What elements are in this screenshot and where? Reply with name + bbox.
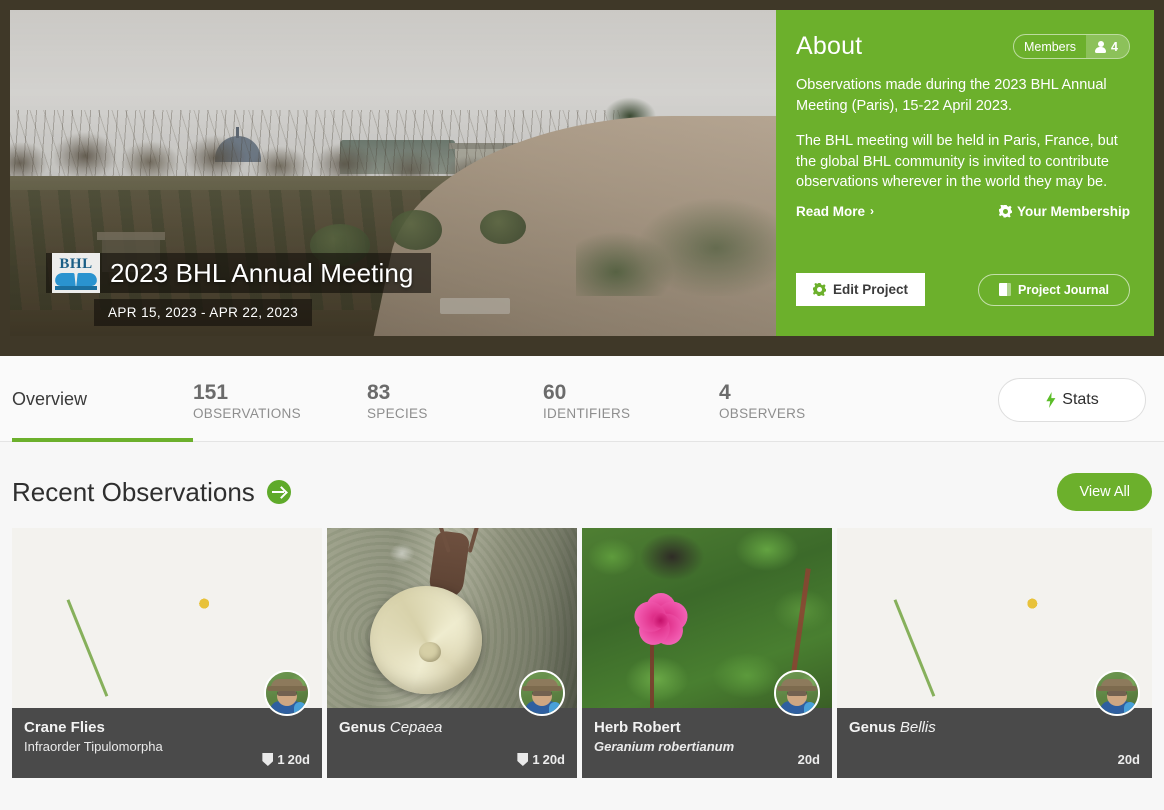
observation-card-list: Crane Flies Infraorder Tipulomorpha 1 20… (12, 528, 1152, 778)
read-more-label: Read More (796, 204, 865, 219)
stat-observers[interactable]: 4 OBSERVERS (719, 356, 720, 421)
observation-meta: 1 20d (517, 752, 565, 767)
avatar[interactable] (1094, 670, 1140, 716)
avatar[interactable] (264, 670, 310, 716)
common-name: Herb Robert (594, 718, 820, 738)
stat-species-label: SPECIES (367, 406, 543, 421)
tab-overview-label: Overview (12, 389, 87, 410)
about-heading: About (796, 32, 862, 61)
pink-flower (630, 589, 692, 649)
observation-meta: 1 20d (262, 752, 310, 767)
stats-button[interactable]: Stats (998, 378, 1146, 422)
about-header: About Members 4 (796, 32, 1130, 61)
bhl-open-book-icon: BHL (52, 253, 100, 293)
observation-card[interactable]: Genus Bellis 20d (837, 528, 1152, 778)
stat-observations-value: 151 (193, 380, 367, 406)
recent-observations-header: Recent Observations View All (12, 468, 1152, 516)
observation-meta: 20d (798, 752, 820, 767)
tab-overview[interactable]: Overview (12, 356, 193, 442)
shield-id-icon (262, 753, 273, 766)
members-badge[interactable]: Members 4 (1013, 34, 1130, 59)
stat-identifiers-label: IDENTIFIERS (543, 406, 719, 421)
members-count-group: 4 (1086, 35, 1129, 58)
chevron-right-icon: › (870, 204, 874, 218)
stat-species[interactable]: 83 SPECIES (367, 356, 543, 421)
your-membership-link[interactable]: Your Membership (999, 204, 1130, 219)
your-membership-label: Your Membership (1017, 204, 1130, 219)
common-name: Genus Bellis (849, 718, 1140, 738)
observation-card[interactable]: Herb Robert Geranium robertianum 20d (582, 528, 832, 778)
observation-card[interactable]: Crane Flies Infraorder Tipulomorpha 1 20… (12, 528, 322, 778)
identification-count: 1 (532, 752, 539, 767)
about-paragraph-1: Observations made during the 2023 BHL An… (796, 75, 1130, 116)
observation-caption: Genus Bellis 20d (837, 708, 1152, 778)
page-title: 2023 BHL Annual Meeting (110, 258, 413, 289)
common-name: Genus Cepaea (339, 718, 565, 738)
observation-age: 20d (543, 752, 565, 767)
scientific-name: Geranium robertianum (594, 738, 820, 756)
bhl-book-glyph (55, 273, 97, 290)
recent-observations-section: Recent Observations View All Crane Flies… (0, 442, 1164, 810)
edit-project-button[interactable]: Edit Project (796, 273, 925, 306)
observation-caption: Herb Robert Geranium robertianum 20d (582, 708, 832, 778)
stat-species-value: 83 (367, 380, 543, 406)
project-journal-label: Project Journal (1018, 283, 1109, 297)
observation-age: 20d (798, 752, 820, 767)
stats-button-label: Stats (1062, 391, 1098, 409)
members-count: 4 (1111, 40, 1118, 54)
observation-age: 20d (288, 752, 310, 767)
shield-id-icon (517, 753, 528, 766)
about-buttons-row: Edit Project Project Journal (796, 273, 1130, 306)
book-icon (999, 283, 1011, 296)
stat-observations-label: OBSERVATIONS (193, 406, 367, 421)
stat-observers-value: 4 (719, 380, 720, 406)
stat-identifiers-value: 60 (543, 380, 719, 406)
observation-age: 20d (1118, 752, 1140, 767)
edit-project-label: Edit Project (833, 282, 908, 297)
observation-meta: 20d (1118, 752, 1140, 767)
about-panel: About Members 4 Observations made during… (776, 10, 1154, 336)
identification-count: 1 (277, 752, 284, 767)
view-all-button[interactable]: View All (1057, 473, 1152, 511)
members-label: Members (1014, 35, 1086, 58)
project-journal-button[interactable]: Project Journal (978, 274, 1130, 306)
project-cover-photo: BHL 2023 BHL Annual Meeting APR 15, 2023… (10, 10, 776, 336)
stats-bar: Overview 151 OBSERVATIONS 83 SPECIES 60 … (0, 356, 1164, 442)
person-icon (1095, 41, 1106, 53)
project-date-range: APR 15, 2023 - APR 22, 2023 (94, 299, 312, 326)
section-title: Recent Observations (12, 477, 255, 508)
observation-card[interactable]: Genus Cepaea 1 20d (327, 528, 577, 778)
gear-icon (999, 205, 1012, 218)
gear-icon (813, 283, 826, 296)
hero-banner: BHL 2023 BHL Annual Meeting APR 15, 2023… (0, 0, 1164, 356)
about-paragraph-2: The BHL meeting will be held in Paris, F… (796, 131, 1130, 193)
tab-active-underline (12, 438, 193, 442)
avatar[interactable] (519, 670, 565, 716)
stat-observers-label: OBSERVERS (719, 406, 720, 421)
stat-identifiers[interactable]: 60 IDENTIFIERS (543, 356, 719, 421)
about-links-row: Read More › Your Membership (796, 204, 1130, 219)
avatar[interactable] (774, 670, 820, 716)
observation-caption: Genus Cepaea 1 20d (327, 708, 577, 778)
stat-observations[interactable]: 151 OBSERVATIONS (193, 356, 367, 421)
observation-caption: Crane Flies Infraorder Tipulomorpha 1 20… (12, 708, 322, 778)
lightning-bolt-icon (1045, 392, 1056, 408)
bhl-logo-text: BHL (59, 257, 92, 272)
project-title-plate: BHL 2023 BHL Annual Meeting (46, 253, 431, 293)
snail-shell (370, 586, 482, 694)
read-more-link[interactable]: Read More › (796, 204, 874, 219)
common-name: Crane Flies (24, 718, 310, 738)
arrow-right-circle-icon[interactable] (267, 480, 291, 504)
hero-inner: BHL 2023 BHL Annual Meeting APR 15, 2023… (10, 10, 1154, 336)
